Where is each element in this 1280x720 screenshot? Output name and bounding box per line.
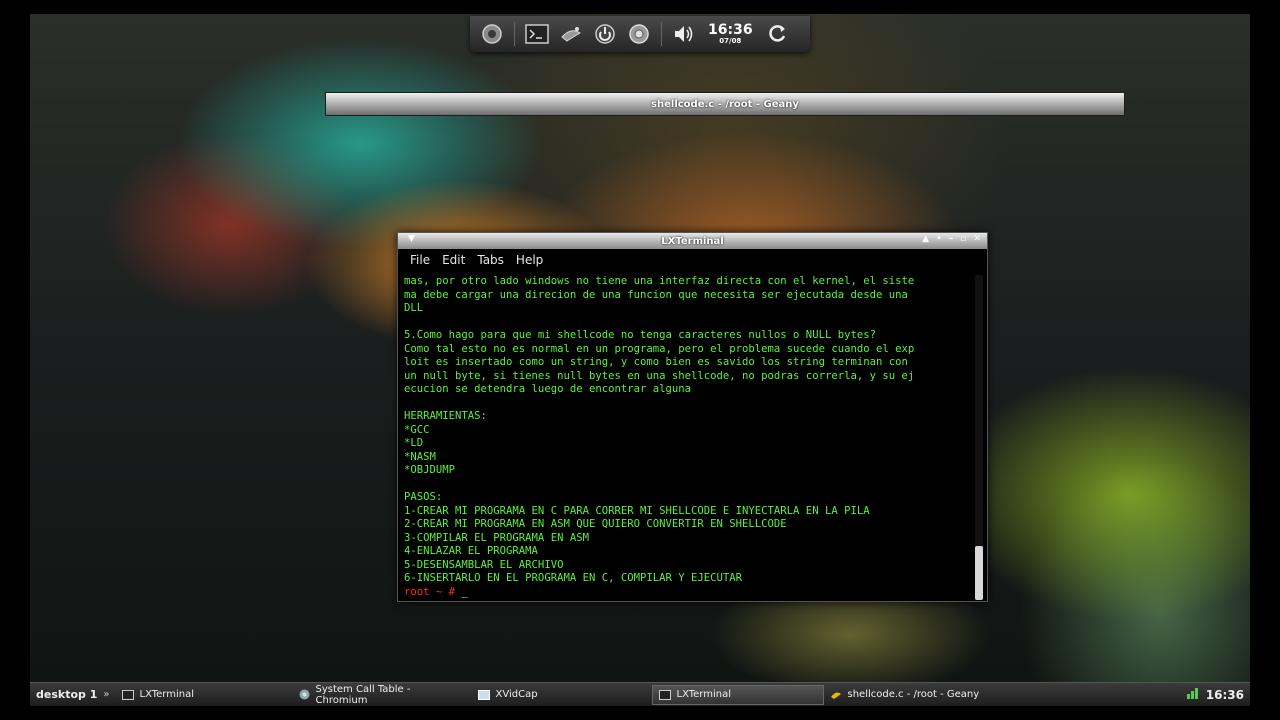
window-controls: ▲ • – ▫ ✕ [922,234,981,244]
terminal-icon [659,689,672,700]
chrome-icon[interactable] [625,20,653,48]
terminal-line: 1-CREAR MI PROGRAMA EN C PARA CORRER MI … [404,504,870,517]
terminal-output[interactable]: mas, por otro lado windows no tiene una … [404,275,974,600]
terminal-line: HERRAMIENTAS: [404,410,487,422]
terminal-line: Como tal esto no es normal en un program… [404,342,915,355]
dock-separator [661,22,662,46]
volume-icon[interactable] [670,20,698,48]
network-icon[interactable] [1186,687,1200,702]
dock-clock[interactable]: 16:36 07/08 [708,23,753,46]
task-label: XVidCap [495,689,538,700]
terminal-line: un null byte, si tienes null bytes en un… [404,369,915,382]
terminal-icon[interactable] [523,20,551,48]
top-dock: 16:36 07/08 [470,16,810,52]
wine-icon[interactable] [557,20,585,48]
menu-edit[interactable]: Edit [442,253,465,267]
task-label: LXTerminal [676,689,732,700]
terminal-line: *OBJDUMP [404,464,456,476]
task-label: LXTerminal [139,689,195,700]
terminal-window[interactable]: ▼ LXTerminal ▲ • – ▫ ✕ File Edit Tabs He… [397,232,988,602]
terminal-line: mas, por otro lado windows no tiene una … [404,275,915,287]
power-icon[interactable] [591,20,619,48]
dock-clock-time: 16:36 [708,21,753,38]
geany-window-titlebar[interactable]: shellcode.c - /root - Geany [325,92,1125,116]
settings-icon[interactable] [478,20,506,48]
task-lxterminal-2[interactable]: LXTerminal [651,684,824,705]
menu-file[interactable]: File [410,253,430,267]
terminal-line: *GCC [404,423,430,436]
text-cursor: _ [461,585,468,598]
task-label: shellcode.c - /root - Geany [847,689,980,700]
sticky-icon[interactable]: • [936,234,942,244]
terminal-line: DLL [404,302,424,314]
geany-icon [830,689,843,700]
task-geany[interactable]: shellcode.c - /root - Geany [824,685,1024,705]
chromium-icon [298,689,311,700]
terminal-scrollbar[interactable] [975,275,983,600]
minimize-icon[interactable]: – [949,234,954,244]
letterbox-right [1250,0,1280,720]
close-icon[interactable]: ✕ [973,234,981,244]
terminal-icon [122,689,135,700]
task-label: System Call Table - Chromium [315,683,411,706]
terminal-line: 6-INSERTARLO EN EL PROGRAMA EN C, COMPIL… [404,572,743,584]
terminal-line: *NASM [404,450,436,463]
terminal-line: 5.Como hago para que mi shellcode no ten… [404,329,876,341]
terminal-line: ma debe cargar una direcion de una funci… [404,288,908,301]
taskbar-clock[interactable]: 16:36 [1206,688,1244,702]
system-tray: 16:36 [1186,687,1250,702]
letterbox-bottom [0,706,1280,720]
bottom-taskbar: desktop 1 » LXTerminal System Call Table… [30,682,1250,706]
terminal-line: loit es insertado como un string, y como… [404,356,908,368]
dock-separator [514,22,515,46]
menu-tabs[interactable]: Tabs [477,253,504,267]
terminal-line: ecucion se detendra luego de encontrar a… [404,383,692,395]
refresh-icon[interactable] [763,20,791,48]
letterbox-left [0,0,30,720]
shade-icon[interactable]: ▲ [922,234,929,244]
dock-clock-date: 07/08 [719,36,742,45]
terminal-titlebar[interactable]: ▼ LXTerminal ▲ • – ▫ ✕ [398,233,987,249]
terminal-prompt-line[interactable]: root ~ # _ [404,586,974,600]
shell-prompt: root ~ # [404,585,456,598]
geany-window-title: shellcode.c - /root - Geany [651,98,799,110]
terminal-line: *LD [404,437,424,449]
desktop-switcher[interactable]: desktop 1 [30,688,103,701]
terminal-menubar: File Edit Tabs Help [398,249,987,271]
terminal-line: 2-CREAR MI PROGRAMA EN ASM QUE QUIERO CO… [404,518,787,530]
desktop-arrows[interactable]: » [103,689,109,700]
xvidcap-icon [478,689,491,700]
task-chromium[interactable]: System Call Table - Chromium [292,683,472,706]
task-xvidcap[interactable]: XVidCap [472,685,652,705]
letterbox-top [0,0,1280,14]
menu-help[interactable]: Help [516,253,543,267]
maximize-icon[interactable]: ▫ [960,234,966,244]
terminal-line: 4-ENLAZAR EL PROGRAMA [404,545,538,557]
terminal-line: 3-COMPILAR EL PROGRAMA EN ASM [404,531,589,544]
terminal-line: 5-DESENSAMBLAR EL ARCHIVO [404,558,564,571]
terminal-title: LXTerminal [661,235,724,247]
scrollbar-thumb[interactable] [975,546,983,600]
terminal-line: PASOS: [404,491,443,503]
task-lxterminal-1[interactable]: LXTerminal [116,685,292,705]
